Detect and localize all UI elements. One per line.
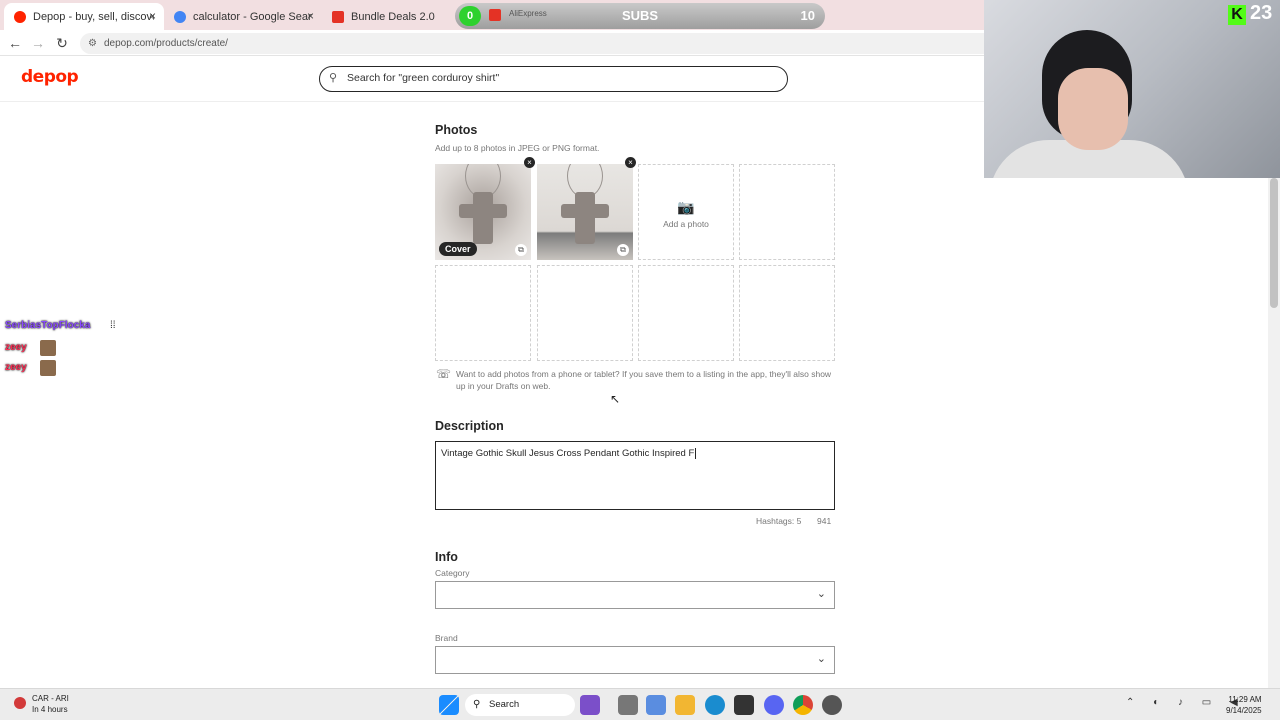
remove-photo-icon[interactable]: × bbox=[524, 157, 535, 168]
photos-heading: Photos bbox=[435, 123, 478, 137]
taskbar-search[interactable]: ⚲ Search bbox=[465, 694, 575, 716]
page-scrollbar[interactable] bbox=[1268, 178, 1280, 690]
tab-strip: Depop - buy, sell, discover uniq × calcu… bbox=[0, 0, 984, 30]
add-photo-label: Add a photo bbox=[663, 219, 709, 229]
pendant-shape bbox=[575, 192, 595, 244]
close-tab-icon[interactable]: × bbox=[307, 9, 314, 23]
hashtag-counter: Hashtags: 5 bbox=[756, 516, 802, 526]
search-input[interactable]: ⚲ Search for "green corduroy shirt" bbox=[319, 66, 788, 92]
chat-emote-icon bbox=[40, 360, 56, 376]
site-settings-icon[interactable]: ⚙ bbox=[88, 33, 97, 54]
description-textarea[interactable]: Vintage Gothic Skull Jesus Cross Pendant… bbox=[435, 441, 835, 510]
webcam-face bbox=[1058, 68, 1128, 150]
photos-hint: Add up to 8 photos in JPEG or PNG format… bbox=[435, 143, 600, 153]
tab-bundle-deals[interactable]: Bundle Deals 2.0 bbox=[322, 3, 450, 30]
chrome-icon[interactable] bbox=[793, 695, 813, 715]
crop-icon[interactable]: ⧉ bbox=[617, 244, 629, 256]
cover-badge: Cover bbox=[439, 242, 477, 256]
address-row: ← → ↻ ⚙ depop.com/products/create/ bbox=[0, 30, 984, 56]
photo-thumbnail-cover[interactable]: Cover ⧉ bbox=[435, 164, 531, 260]
search-icon: ⚲ bbox=[329, 72, 338, 84]
bundle-favicon-icon bbox=[332, 10, 344, 23]
add-photo-slot[interactable]: 📷 Add a photo bbox=[638, 164, 734, 260]
description-text: Vintage Gothic Skull Jesus Cross Pendant… bbox=[441, 448, 695, 459]
discord-icon[interactable] bbox=[764, 695, 784, 715]
chevron-down-icon: ⌄ bbox=[816, 588, 826, 600]
search-placeholder: Search for "green corduroy shirt" bbox=[347, 72, 500, 84]
empty-photo-slot[interactable] bbox=[537, 265, 633, 361]
empty-photo-slot[interactable] bbox=[739, 164, 835, 260]
char-counter: 941 bbox=[817, 516, 832, 526]
google-favicon-icon bbox=[174, 10, 186, 23]
app-icon[interactable] bbox=[646, 695, 666, 715]
tab-label: calculator - Google Search bbox=[193, 10, 312, 23]
weather-sub: In 4 hours bbox=[32, 705, 68, 714]
depop-logo[interactable]: depop bbox=[21, 67, 79, 87]
pendant-shape bbox=[459, 204, 507, 218]
category-select[interactable]: ⌄ bbox=[435, 581, 835, 609]
add-photo-button[interactable]: 📷 Add a photo bbox=[639, 199, 733, 229]
chevron-down-icon: ⌄ bbox=[816, 653, 826, 665]
weather-icon bbox=[14, 697, 26, 709]
clock[interactable]: 11:29 AM 9/14/2025 bbox=[1226, 694, 1262, 716]
weather-widget[interactable]: CAR - ARI In 4 hours bbox=[14, 693, 69, 715]
subs-label: SUBS bbox=[621, 8, 659, 23]
subs-goal: 10 bbox=[800, 8, 815, 23]
brand-label: Brand bbox=[435, 633, 458, 643]
empty-photo-slot[interactable] bbox=[638, 265, 734, 361]
site-header: depop ⚲ Search for "green corduroy shirt… bbox=[0, 57, 984, 102]
mouse-cursor-icon: ↖ bbox=[610, 392, 621, 406]
webcam-overlay: K 23 bbox=[984, 0, 1280, 178]
chat-emote-icon bbox=[40, 340, 56, 356]
url-text: depop.com/products/create/ bbox=[104, 38, 228, 49]
description-heading: Description bbox=[435, 419, 504, 433]
category-label: Category bbox=[435, 568, 470, 578]
close-tab-icon[interactable]: × bbox=[149, 9, 156, 23]
windows-taskbar: CAR - ARI In 4 hours ⚲ Search ⌃ ◐ ♪ ▭ ◀ … bbox=[0, 688, 1280, 720]
empty-photo-slot[interactable] bbox=[435, 265, 531, 361]
weather-title: CAR - ARI bbox=[32, 694, 69, 703]
add-camera-icon: 📷 bbox=[677, 199, 695, 215]
kick-logo-icon: K bbox=[1228, 5, 1246, 25]
info-heading: Info bbox=[435, 550, 458, 564]
address-bar[interactable]: ⚙ depop.com/products/create/ bbox=[80, 33, 984, 54]
text-cursor bbox=[695, 448, 697, 459]
copilot-icon[interactable] bbox=[580, 695, 600, 715]
back-icon[interactable]: ← bbox=[6, 34, 24, 52]
kick-viewer-badge: K 23 bbox=[1228, 2, 1272, 25]
brand-select[interactable]: ⌄ bbox=[435, 646, 835, 674]
scrollbar-thumb[interactable] bbox=[1270, 178, 1278, 308]
chat-username: zeey bbox=[5, 362, 27, 373]
app-icon[interactable] bbox=[822, 695, 842, 715]
depop-favicon-icon bbox=[14, 10, 26, 23]
store-icon[interactable] bbox=[734, 695, 754, 715]
edge-icon[interactable] bbox=[705, 695, 725, 715]
start-icon[interactable] bbox=[439, 695, 459, 715]
tab-label: Bundle Deals 2.0 bbox=[351, 10, 435, 23]
tab-label: Depop - buy, sell, discover uniq bbox=[33, 10, 154, 23]
task-view-icon[interactable] bbox=[618, 695, 638, 715]
empty-photo-slot[interactable] bbox=[739, 265, 835, 361]
tab-depop[interactable]: Depop - buy, sell, discover uniq × bbox=[4, 3, 164, 30]
clock-time: 11:29 AM bbox=[1228, 695, 1262, 704]
subs-goal-overlay: 0 AliExpress SUBS 10 bbox=[455, 3, 825, 29]
clock-date: 9/14/2025 bbox=[1226, 706, 1262, 715]
pendant-shape bbox=[473, 192, 493, 244]
app-photos-hint: Want to add photos from a phone or table… bbox=[456, 369, 832, 391]
chat-emote-icon: ⁞⁞ bbox=[110, 320, 116, 331]
reload-icon[interactable]: ↻ bbox=[53, 34, 71, 52]
taskbar-search-label: Search bbox=[489, 699, 520, 710]
chat-username: SerbiasTopFlocka bbox=[5, 320, 91, 331]
search-icon: ⚲ bbox=[473, 699, 481, 710]
photo-thumbnail[interactable]: ⧉ bbox=[537, 164, 633, 260]
pendant-shape bbox=[561, 204, 609, 218]
chat-username: zeey bbox=[5, 342, 27, 353]
tab-google[interactable]: calculator - Google Search × bbox=[164, 3, 322, 30]
file-explorer-icon[interactable] bbox=[675, 695, 695, 715]
crop-icon[interactable]: ⧉ bbox=[515, 244, 527, 256]
viewer-count: 23 bbox=[1250, 2, 1273, 24]
phone-tablet-icon: ☏ bbox=[436, 367, 452, 381]
remove-photo-icon[interactable]: × bbox=[625, 157, 636, 168]
forward-icon[interactable]: → bbox=[29, 34, 47, 52]
